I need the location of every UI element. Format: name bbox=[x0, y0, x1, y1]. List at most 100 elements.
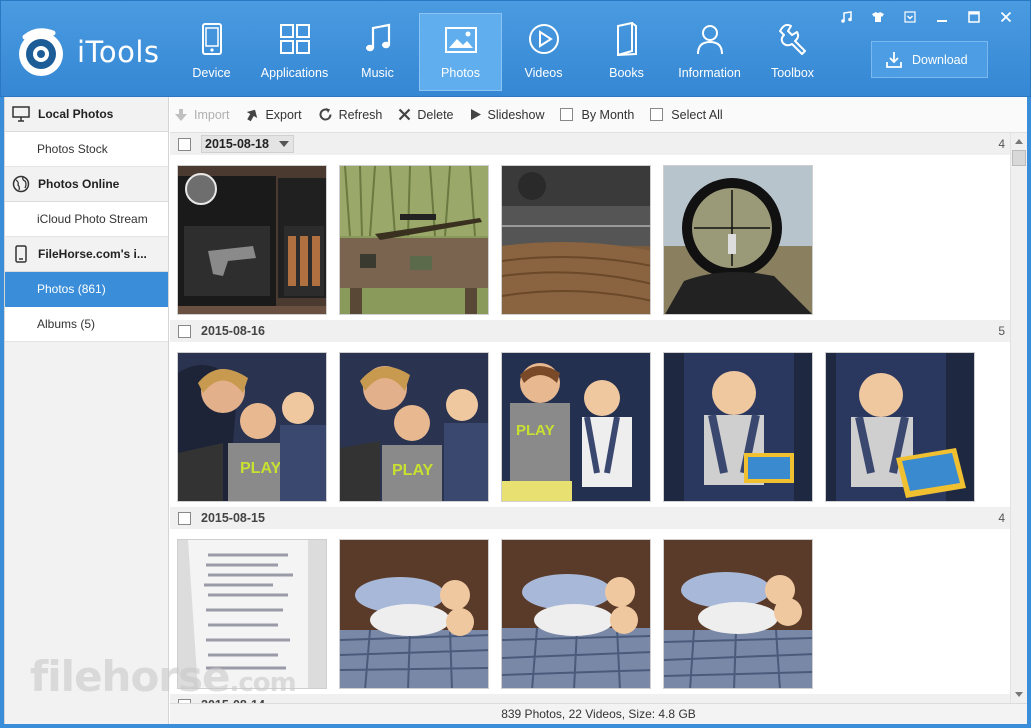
sidebar-group-label: FileHorse.com's i... bbox=[38, 247, 147, 261]
date-group-count: 4 bbox=[998, 137, 1005, 151]
device-icon bbox=[15, 245, 27, 263]
main-nav: Device Applications Music Photos Videos … bbox=[170, 13, 834, 91]
sidebar-item-label: Photos (861) bbox=[37, 282, 106, 296]
photo-thumbnail[interactable] bbox=[339, 165, 489, 315]
photo-thumbnail[interactable] bbox=[501, 165, 651, 315]
close-button[interactable] bbox=[990, 7, 1022, 27]
music-icon bbox=[841, 11, 852, 23]
photo-thumbnail[interactable] bbox=[663, 539, 813, 689]
photo-rifle-engraving bbox=[502, 166, 650, 314]
book-icon bbox=[616, 22, 637, 56]
refresh-button[interactable]: Refresh bbox=[318, 107, 382, 122]
sidebar-item-photos[interactable]: Photos (861) bbox=[5, 272, 168, 307]
date-group-count: 4 bbox=[998, 511, 1005, 525]
nav-photos[interactable]: Photos bbox=[419, 13, 502, 91]
by-month-checkbox[interactable]: By Month bbox=[560, 108, 634, 122]
nav-label: Videos bbox=[524, 66, 563, 80]
select-all-check-box[interactable] bbox=[650, 108, 664, 121]
photo-thumbnail[interactable] bbox=[825, 352, 975, 502]
nav-label: Books bbox=[609, 66, 644, 80]
skin-icon bbox=[872, 12, 884, 22]
date-group-checkbox[interactable] bbox=[178, 511, 191, 525]
import-button[interactable]: Import bbox=[174, 108, 229, 122]
skin-button[interactable] bbox=[862, 7, 894, 27]
nav-music[interactable]: Music bbox=[336, 13, 419, 91]
close-icon bbox=[1000, 11, 1012, 23]
photo-thumbnail[interactable]: PLAY bbox=[339, 352, 489, 502]
scroll-down-arrow[interactable] bbox=[1011, 686, 1027, 702]
sidebar-group-device[interactable]: FileHorse.com's i... bbox=[5, 237, 168, 272]
nav-label: Toolbox bbox=[770, 66, 815, 80]
nav-toolbox[interactable]: Toolbox bbox=[751, 13, 834, 91]
scroll-up-arrow[interactable] bbox=[1011, 133, 1027, 149]
watermark-main: filehorse bbox=[30, 652, 231, 701]
monitor-icon bbox=[12, 106, 30, 122]
sidebar-item-albums[interactable]: Albums (5) bbox=[5, 307, 168, 342]
maximize-button[interactable] bbox=[958, 7, 990, 27]
sidebar-item-icloud-photo-stream[interactable]: iCloud Photo Stream bbox=[5, 202, 168, 237]
photo-thumbnail[interactable] bbox=[177, 165, 327, 315]
nav-label: Applications bbox=[260, 66, 329, 80]
select-circle[interactable] bbox=[185, 173, 217, 205]
nav-videos[interactable]: Videos bbox=[502, 13, 585, 91]
nav-label: Photos bbox=[441, 66, 480, 80]
export-icon bbox=[247, 109, 258, 121]
minimize-icon bbox=[937, 20, 947, 22]
sidebar: Local Photos Photos Stock Photos Online … bbox=[4, 97, 169, 724]
svg-text:PLAY: PLAY bbox=[240, 460, 282, 477]
photo-thumbnail[interactable] bbox=[339, 539, 489, 689]
maximize-icon bbox=[968, 11, 980, 23]
nav-books[interactable]: Books bbox=[585, 13, 668, 91]
vertical-scrollbar[interactable] bbox=[1010, 133, 1027, 703]
window-frame-bottom bbox=[0, 724, 1031, 728]
sidebar-item-label: iCloud Photo Stream bbox=[37, 212, 148, 226]
music-mini-button[interactable] bbox=[830, 7, 862, 27]
photo-thumbnail[interactable]: PLAY bbox=[177, 352, 327, 502]
sidebar-item-photos-stock[interactable]: Photos Stock bbox=[5, 132, 168, 167]
play-icon bbox=[528, 24, 559, 54]
by-month-check-box[interactable] bbox=[560, 108, 574, 121]
grid-icon bbox=[279, 24, 310, 54]
photo-sleeping-boy-book bbox=[826, 353, 974, 501]
watermark-suffix: .com bbox=[229, 668, 297, 698]
date-group-header: 2015-08-14 bbox=[170, 694, 1010, 703]
photo-sleeping-boy bbox=[664, 353, 812, 501]
delete-button[interactable]: Delete bbox=[398, 108, 454, 122]
sidebar-group-photos-online[interactable]: Photos Online bbox=[5, 167, 168, 202]
nav-device[interactable]: Device bbox=[170, 13, 253, 91]
select-all-label: Select All bbox=[671, 107, 723, 122]
photo-thumbnail[interactable] bbox=[501, 539, 651, 689]
date-group-checkbox[interactable] bbox=[178, 324, 191, 338]
menu-button[interactable] bbox=[894, 7, 926, 27]
select-all-checkbox[interactable]: Select All bbox=[650, 107, 723, 122]
date-dropdown[interactable]: 2015-08-18 bbox=[201, 135, 294, 153]
app-logo: iTools bbox=[15, 27, 165, 79]
scroll-thumb[interactable] bbox=[1012, 150, 1026, 166]
slideshow-button[interactable]: Slideshow bbox=[470, 108, 544, 122]
window-controls bbox=[830, 7, 1022, 27]
date-label: 2015-08-16 bbox=[201, 324, 265, 338]
download-button[interactable]: Download bbox=[871, 41, 988, 78]
photo-thumbnail[interactable]: PLAY bbox=[501, 352, 651, 502]
menu-icon bbox=[904, 11, 916, 23]
chevron-down-icon bbox=[278, 141, 289, 147]
nav-applications[interactable]: Applications bbox=[253, 13, 336, 91]
nav-label: Music bbox=[361, 66, 394, 80]
music-note-icon bbox=[365, 23, 390, 52]
import-label: Import bbox=[194, 107, 230, 122]
status-text: 839 Photos, 22 Videos, Size: 4.8 GB bbox=[501, 707, 696, 721]
photo-kids-sleeping-3 bbox=[664, 540, 812, 688]
nav-information[interactable]: Information bbox=[668, 13, 751, 91]
date-group-checkbox[interactable] bbox=[178, 137, 191, 151]
by-month-label: By Month bbox=[581, 107, 635, 122]
minimize-button[interactable] bbox=[926, 7, 958, 27]
date-group-header: 2015-08-18 4 bbox=[170, 133, 1010, 155]
sidebar-group-local-photos[interactable]: Local Photos bbox=[5, 97, 168, 132]
photo-thumbnail[interactable] bbox=[663, 352, 813, 502]
date-group-header: 2015-08-15 4 bbox=[170, 507, 1010, 529]
person-icon bbox=[696, 25, 723, 55]
photo-thumbnail[interactable] bbox=[663, 165, 813, 315]
export-button[interactable]: Export bbox=[245, 107, 302, 122]
export-label: Export bbox=[265, 107, 302, 122]
svg-text:PLAY: PLAY bbox=[516, 422, 555, 439]
